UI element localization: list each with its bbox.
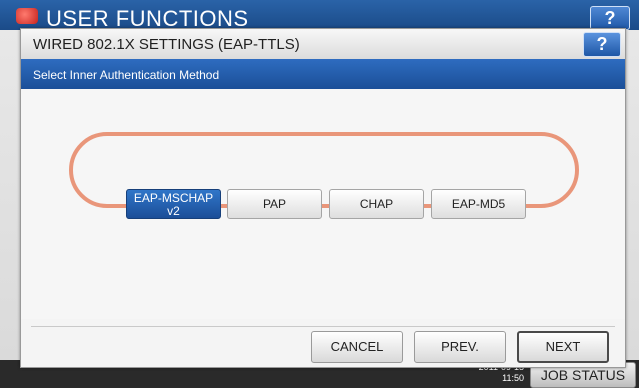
next-button[interactable]: NEXT: [517, 331, 609, 363]
dialog-titlebar: WIRED 802.1X SETTINGS (EAP-TTLS) ?: [21, 29, 625, 60]
dialog-title: WIRED 802.1X SETTINGS (EAP-TTLS): [33, 36, 300, 53]
user-functions-icon: [16, 8, 38, 24]
eap-mschapv2-button[interactable]: EAP-MSCHAP v2: [126, 189, 221, 219]
prev-button[interactable]: PREV.: [414, 331, 506, 363]
clock-time: 11:50: [502, 373, 524, 383]
background-help-button[interactable]: ?: [590, 6, 630, 30]
background-header: USER FUNCTIONS ?: [0, 0, 639, 31]
instruction-text: Select Inner Authentication Method: [33, 68, 220, 82]
pap-button[interactable]: PAP: [227, 189, 322, 219]
footer-divider: [31, 326, 615, 327]
cancel-button[interactable]: CANCEL: [311, 331, 403, 363]
eap-mschapv2-label-line2: v2: [167, 204, 180, 218]
instruction-bar: Select Inner Authentication Method: [21, 59, 625, 89]
help-button[interactable]: ?: [583, 32, 621, 57]
chap-button[interactable]: CHAP: [329, 189, 424, 219]
settings-dialog: WIRED 802.1X SETTINGS (EAP-TTLS) ? Selec…: [20, 28, 626, 368]
eap-md5-button[interactable]: EAP-MD5: [431, 189, 526, 219]
